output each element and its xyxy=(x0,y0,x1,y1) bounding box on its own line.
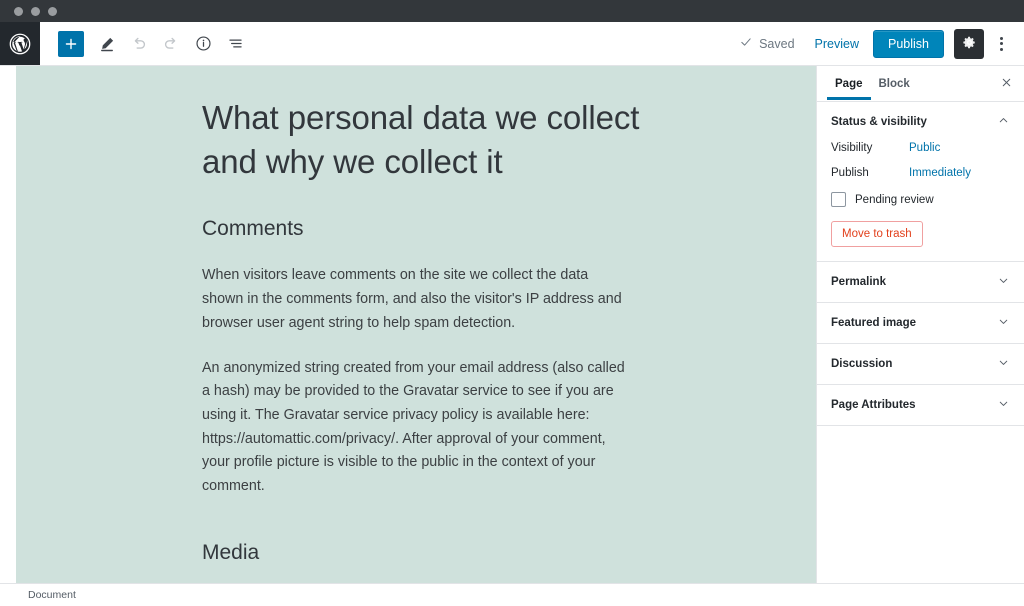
block-heading-media[interactable]: Media xyxy=(202,539,756,566)
publish-date-row: Publish Immediately xyxy=(831,167,1010,179)
chevron-up-icon xyxy=(997,114,1010,130)
chevron-down-icon xyxy=(997,356,1010,372)
editor-header: Saved Preview Publish xyxy=(0,22,1024,66)
close-icon xyxy=(1000,76,1013,92)
undo-button[interactable] xyxy=(124,29,154,59)
plus-icon xyxy=(64,37,78,51)
pencil-icon xyxy=(98,35,116,53)
panel-discussion: Discussion xyxy=(817,344,1024,385)
panel-title: Featured image xyxy=(831,317,916,329)
redo-button[interactable] xyxy=(156,29,186,59)
ellipsis-dot xyxy=(1000,42,1003,45)
panel-discussion-header[interactable]: Discussion xyxy=(817,344,1024,384)
block-navigation-button[interactable] xyxy=(220,29,250,59)
settings-toggle-button[interactable] xyxy=(954,29,984,59)
panel-permalink-header[interactable]: Permalink xyxy=(817,262,1024,302)
pending-review-label[interactable]: Pending review xyxy=(855,194,934,206)
visibility-label: Visibility xyxy=(831,142,909,154)
panel-featured-image-header[interactable]: Featured image xyxy=(817,303,1024,343)
add-block-button[interactable] xyxy=(58,31,84,57)
preview-button[interactable]: Preview xyxy=(805,31,869,57)
canvas-inner: What personal data we collect and why we… xyxy=(16,66,816,583)
panel-status-visibility-body: Visibility Public Publish Immediately Pe… xyxy=(817,142,1024,261)
ellipsis-dot xyxy=(1000,37,1003,40)
tab-page[interactable]: Page xyxy=(827,68,871,99)
header-tools-right: Saved Preview Publish xyxy=(739,22,1024,65)
editor-body: What personal data we collect and why we… xyxy=(0,66,1024,583)
editor-canvas[interactable]: What personal data we collect and why we… xyxy=(16,66,816,583)
check-icon xyxy=(739,35,753,52)
content-left-gutter xyxy=(0,66,16,583)
chevron-down-icon xyxy=(997,397,1010,413)
visibility-value-button[interactable]: Public xyxy=(909,142,940,154)
publish-button[interactable]: Publish xyxy=(873,30,944,58)
panel-permalink: Permalink xyxy=(817,262,1024,303)
wordpress-editor-window: Saved Preview Publish xyxy=(0,0,1024,606)
panel-title: Discussion xyxy=(831,358,892,370)
post-title[interactable]: What personal data we collect and why we… xyxy=(202,96,642,183)
window-close-dot[interactable] xyxy=(14,7,23,16)
info-circle-icon xyxy=(195,35,212,52)
panel-title: Permalink xyxy=(831,276,886,288)
pending-review-row: Pending review xyxy=(831,192,1010,207)
pending-review-checkbox[interactable] xyxy=(831,192,846,207)
panel-title: Page Attributes xyxy=(831,399,916,411)
chevron-down-icon xyxy=(997,315,1010,331)
redo-arrow-icon xyxy=(162,35,180,53)
panel-page-attributes: Page Attributes xyxy=(817,385,1024,426)
save-status-label: Saved xyxy=(759,37,794,51)
window-titlebar xyxy=(0,0,1024,22)
content-info-button[interactable] xyxy=(188,29,218,59)
block-heading-comments[interactable]: Comments xyxy=(202,215,756,242)
panel-featured-image: Featured image xyxy=(817,303,1024,344)
gear-icon xyxy=(962,35,977,53)
close-sidebar-button[interactable] xyxy=(994,72,1018,96)
publish-date-value-button[interactable]: Immediately xyxy=(909,167,971,179)
edit-mode-button[interactable] xyxy=(92,29,122,59)
block-paragraph-comments-2[interactable]: An anonymized string created from your e… xyxy=(202,357,632,499)
window-maximize-dot[interactable] xyxy=(48,7,57,16)
undo-arrow-icon xyxy=(130,35,148,53)
publish-date-label: Publish xyxy=(831,167,909,179)
header-spacer xyxy=(250,22,739,65)
panel-page-attributes-header[interactable]: Page Attributes xyxy=(817,385,1024,425)
sidebar-tabs: Page Block xyxy=(817,66,1024,102)
tab-block[interactable]: Block xyxy=(871,68,918,99)
panel-title: Status & visibility xyxy=(831,116,927,128)
panel-status-visibility: Status & visibility Visibility Public Pu… xyxy=(817,102,1024,262)
ellipsis-dot xyxy=(1000,48,1003,51)
move-to-trash-button[interactable]: Move to trash xyxy=(831,221,923,247)
editor-content-column: What personal data we collect and why we… xyxy=(0,66,816,583)
panel-status-visibility-header[interactable]: Status & visibility xyxy=(817,102,1024,142)
breadcrumb-document[interactable]: Document xyxy=(28,589,76,601)
block-paragraph-comments-1[interactable]: When visitors leave comments on the site… xyxy=(202,264,632,335)
save-status: Saved xyxy=(739,35,800,52)
editor-footer: Document xyxy=(0,583,1024,606)
header-tools-left xyxy=(40,22,250,65)
list-view-icon xyxy=(227,35,244,52)
wordpress-logo-icon xyxy=(9,33,31,55)
more-options-button[interactable] xyxy=(988,29,1014,59)
window-minimize-dot[interactable] xyxy=(31,7,40,16)
settings-sidebar: Page Block Status & visibility xyxy=(816,66,1024,583)
wordpress-logo-button[interactable] xyxy=(0,22,40,65)
visibility-row: Visibility Public xyxy=(831,142,1010,154)
chevron-down-icon xyxy=(997,274,1010,290)
